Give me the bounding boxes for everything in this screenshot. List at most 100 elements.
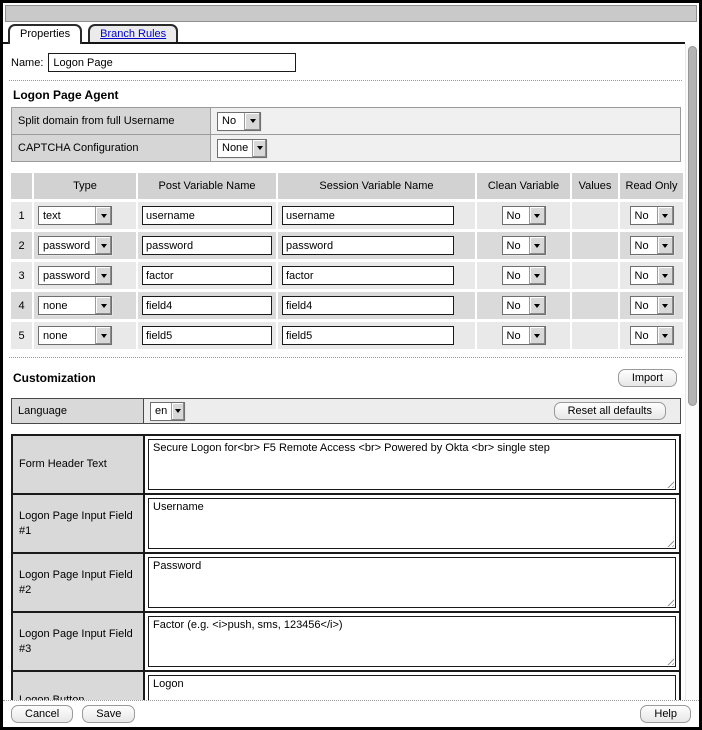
read-only-cell: No: [620, 322, 683, 349]
type-selected: text: [39, 207, 95, 224]
input-field-1-textarea[interactable]: Username: [148, 498, 676, 549]
split-domain-selected: No: [218, 113, 244, 130]
row-number: 2: [11, 232, 32, 259]
type-cell: password: [34, 232, 136, 259]
chevron-down-icon: [95, 237, 111, 254]
form-header-text-label: Form Header Text: [13, 436, 145, 493]
read-only-selected: No: [631, 267, 657, 284]
session-variable-input[interactable]: [282, 296, 454, 315]
chevron-down-icon: [95, 327, 111, 344]
read-only-cell: No: [620, 202, 683, 229]
post-variable-cell: [138, 322, 276, 349]
input-field-2-label: Logon Page Input Field #2: [13, 554, 145, 611]
save-button[interactable]: Save: [82, 705, 135, 723]
clean-variable-select[interactable]: No: [502, 326, 546, 345]
clean-variable-select[interactable]: No: [502, 296, 546, 315]
read-only-select[interactable]: No: [630, 206, 674, 225]
values-cell: [572, 292, 618, 319]
read-only-select[interactable]: No: [630, 296, 674, 315]
read-only-cell: No: [620, 292, 683, 319]
type-select[interactable]: none: [38, 296, 112, 315]
type-select[interactable]: none: [38, 326, 112, 345]
header-post-variable: Post Variable Name: [138, 173, 276, 199]
clean-variable-select[interactable]: No: [502, 266, 546, 285]
row-number: 5: [11, 322, 32, 349]
logon-button-textarea[interactable]: Logon: [148, 675, 676, 700]
post-variable-cell: [138, 202, 276, 229]
help-button[interactable]: Help: [640, 705, 691, 723]
input-field-3-row: Logon Page Input Field #3 Factor (e.g. <…: [13, 613, 679, 672]
values-cell: [572, 262, 618, 289]
tab-bar: Properties Branch Rules: [3, 24, 685, 44]
clean-variable-selected: No: [503, 207, 529, 224]
header-clean-variable: Clean Variable: [477, 173, 570, 199]
type-selected: none: [39, 297, 95, 314]
tab-branch-rules-label: Branch Rules: [100, 28, 166, 40]
name-label: Name:: [11, 57, 43, 69]
post-variable-input[interactable]: [142, 206, 272, 225]
session-variable-input[interactable]: [282, 206, 454, 225]
row-number: 1: [11, 202, 32, 229]
captcha-select[interactable]: None: [217, 139, 267, 158]
split-domain-value-cell: No: [211, 108, 680, 134]
clean-variable-cell: No: [477, 322, 570, 349]
agent-settings-table: Split domain from full Username No CAPTC…: [11, 107, 681, 162]
language-select[interactable]: en: [150, 402, 185, 421]
split-domain-select[interactable]: No: [217, 112, 261, 131]
logon-button-cell: Logon: [145, 672, 679, 700]
chevron-down-icon: [529, 297, 545, 314]
chevron-down-icon: [95, 297, 111, 314]
post-variable-input[interactable]: [142, 296, 272, 315]
logon-button-label: Logon Button: [13, 672, 145, 700]
type-select[interactable]: text: [38, 206, 112, 225]
session-variable-input[interactable]: [282, 326, 454, 345]
dialog-title-bar[interactable]: [5, 5, 697, 22]
clean-variable-selected: No: [503, 267, 529, 284]
chevron-down-icon: [252, 140, 266, 157]
type-cell: none: [34, 322, 136, 349]
read-only-select[interactable]: No: [630, 326, 674, 345]
clean-variable-select[interactable]: No: [502, 236, 546, 255]
name-input[interactable]: [48, 53, 296, 72]
input-field-1-label: Logon Page Input Field #1: [13, 495, 145, 552]
input-field-2-textarea[interactable]: Password: [148, 557, 676, 608]
row-number: 3: [11, 262, 32, 289]
type-cell: password: [34, 262, 136, 289]
customization-heading: Customization: [13, 371, 96, 385]
scrollbar-thumb[interactable]: [688, 46, 697, 406]
session-variable-input[interactable]: [282, 236, 454, 255]
form-header-text-textarea[interactable]: Secure Logon for<br> F5 Remote Access <b…: [148, 439, 676, 490]
tab-branch-rules[interactable]: Branch Rules: [88, 24, 178, 42]
form-header-text-row: Form Header Text Secure Logon for<br> F5…: [13, 436, 679, 495]
read-only-selected: No: [631, 207, 657, 224]
reset-all-defaults-button[interactable]: Reset all defaults: [554, 402, 666, 420]
read-only-selected: No: [631, 237, 657, 254]
input-field-2-row: Logon Page Input Field #2 Password: [13, 554, 679, 613]
tab-properties[interactable]: Properties: [8, 24, 82, 44]
session-variable-input[interactable]: [282, 266, 454, 285]
header-type: Type: [34, 173, 136, 199]
chevron-down-icon: [657, 207, 673, 224]
type-select[interactable]: password: [38, 266, 112, 285]
input-field-2-cell: Password: [145, 554, 679, 611]
post-variable-input[interactable]: [142, 266, 272, 285]
cancel-button[interactable]: Cancel: [11, 705, 73, 723]
row-number: 4: [11, 292, 32, 319]
chevron-down-icon: [171, 403, 184, 420]
read-only-select[interactable]: No: [630, 266, 674, 285]
logon-fields-table: Type Post Variable Name Session Variable…: [11, 173, 683, 349]
header-session-variable: Session Variable Name: [278, 173, 475, 199]
post-variable-input[interactable]: [142, 236, 272, 255]
read-only-select[interactable]: No: [630, 236, 674, 255]
chevron-down-icon: [657, 237, 673, 254]
post-variable-input[interactable]: [142, 326, 272, 345]
input-field-3-textarea[interactable]: Factor (e.g. <i>push, sms, 123456</i>): [148, 616, 676, 667]
clean-variable-selected: No: [503, 237, 529, 254]
import-button[interactable]: Import: [618, 369, 677, 387]
session-variable-cell: [278, 202, 475, 229]
clean-variable-select[interactable]: No: [502, 206, 546, 225]
vertical-scrollbar[interactable]: [685, 44, 699, 700]
post-variable-cell: [138, 292, 276, 319]
type-select[interactable]: password: [38, 236, 112, 255]
type-selected: none: [39, 327, 95, 344]
